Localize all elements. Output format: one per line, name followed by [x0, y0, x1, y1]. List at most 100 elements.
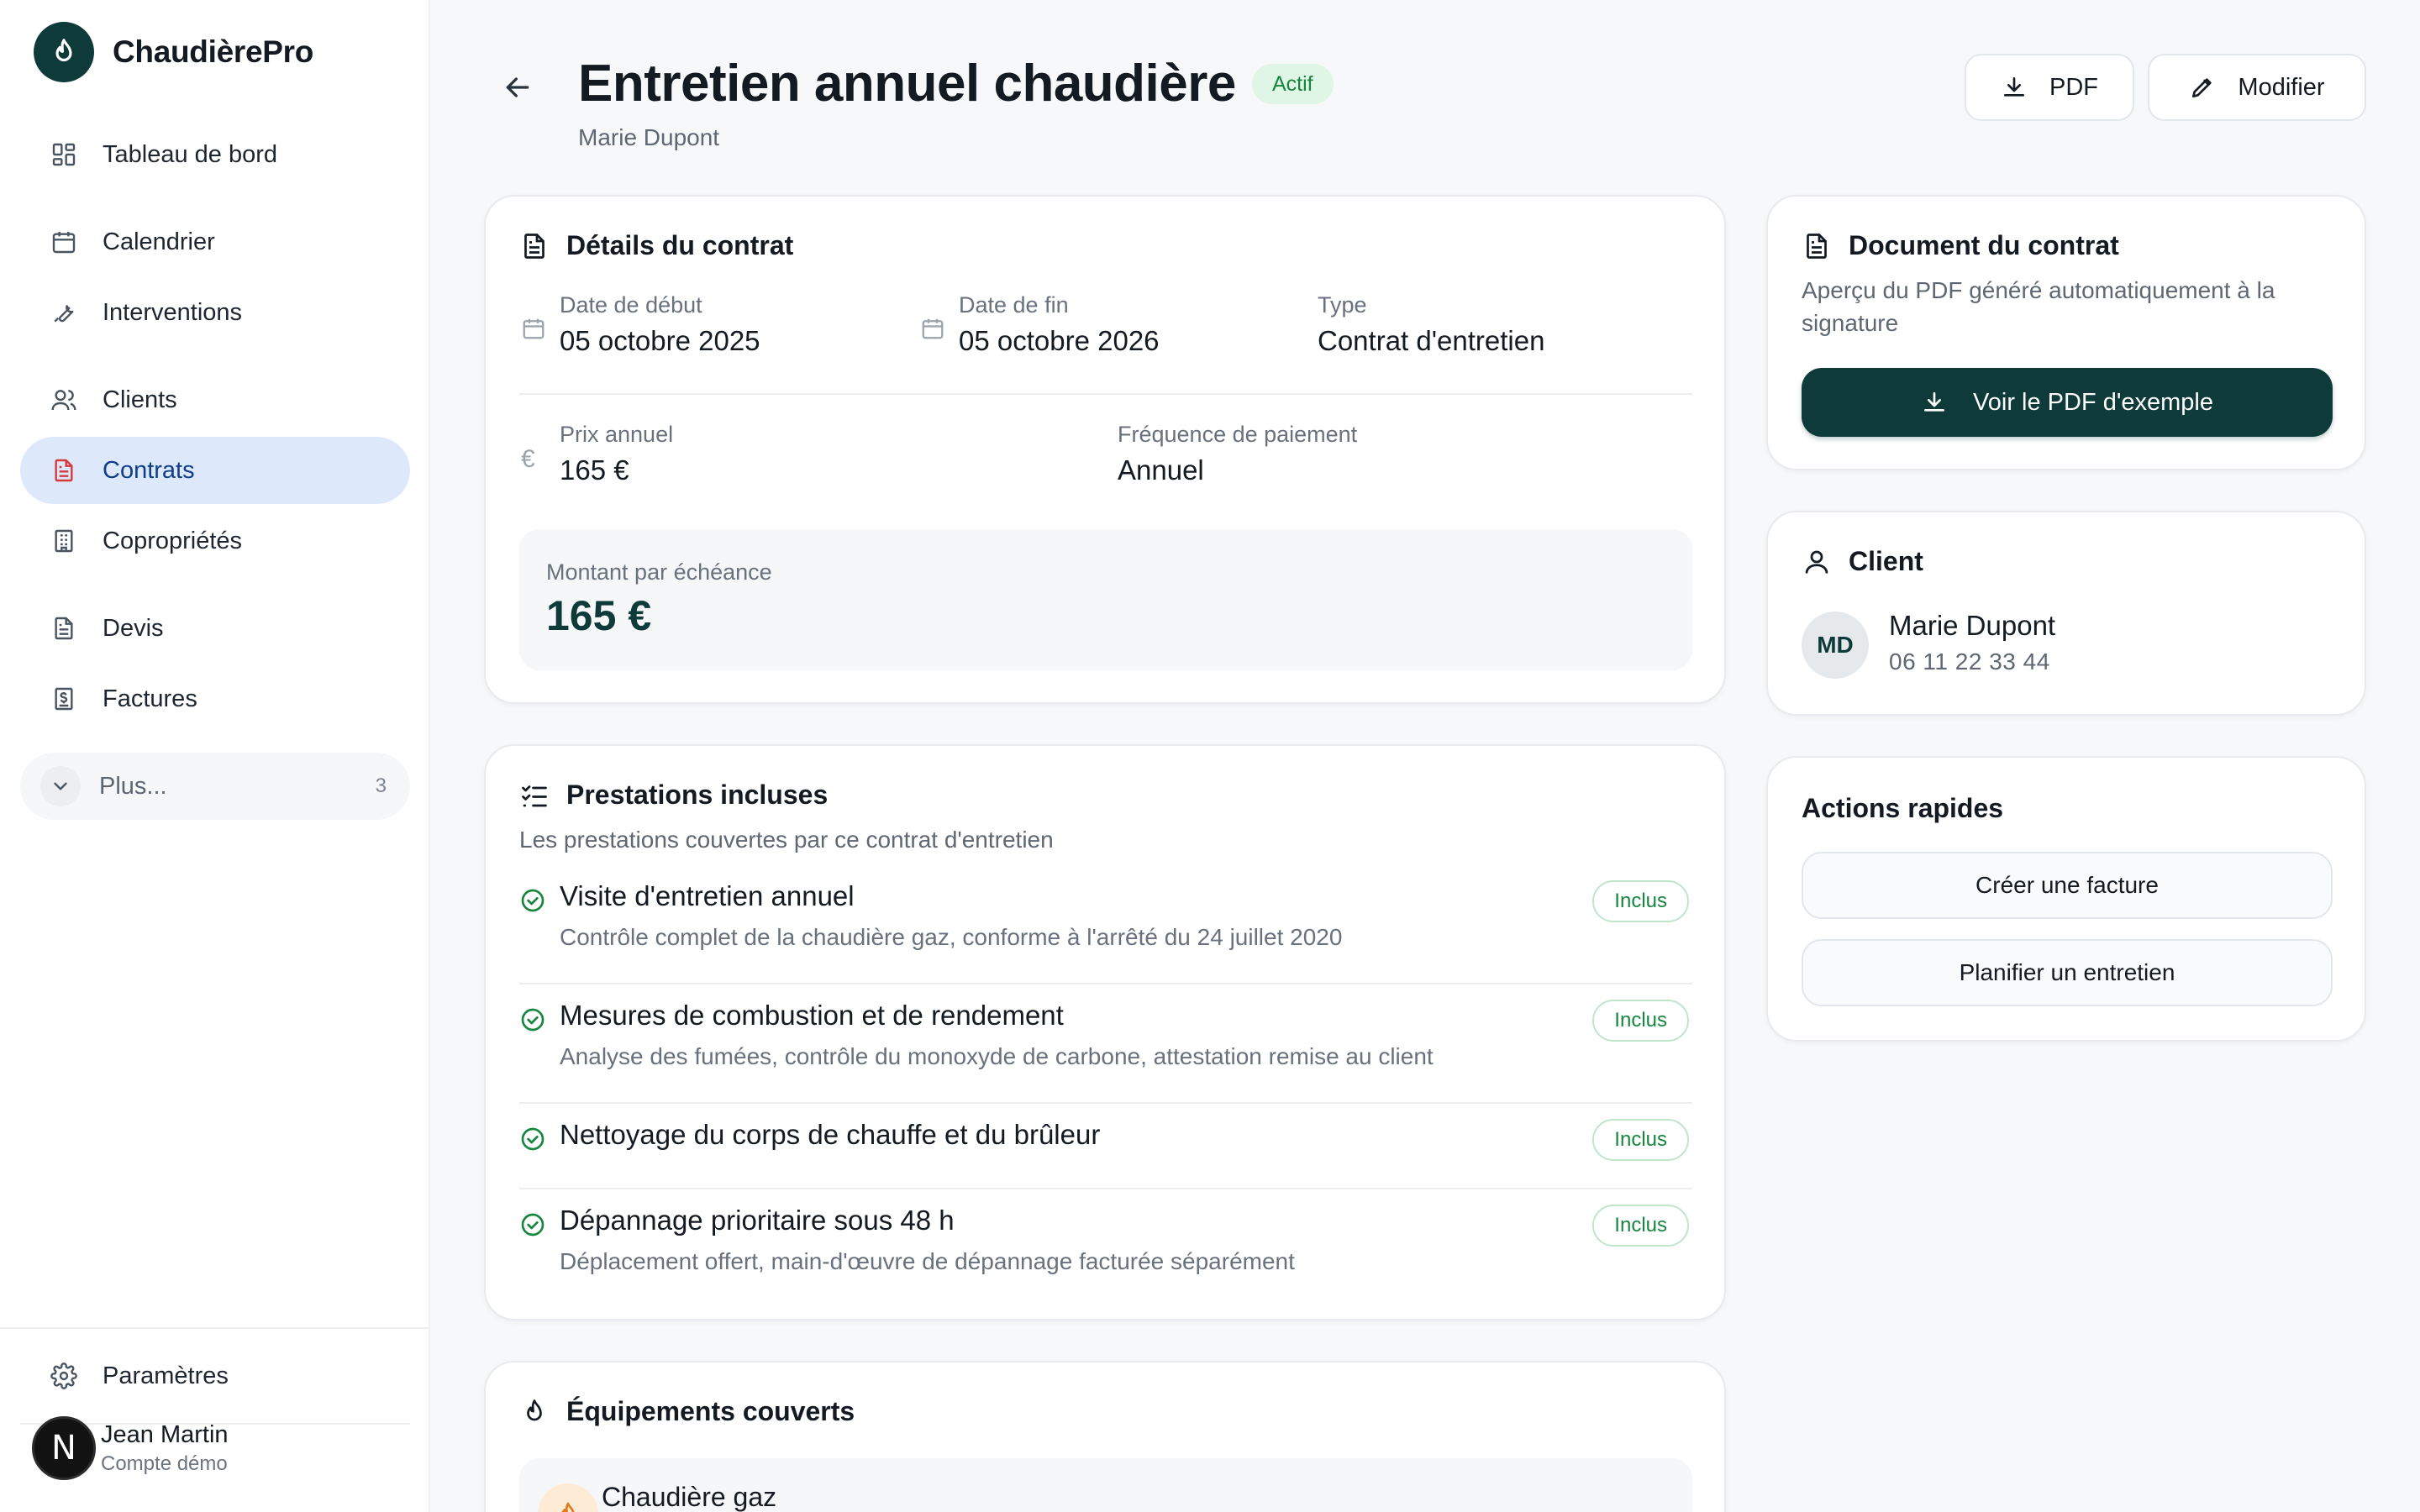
service-description: Déplacement offert, main-d'œuvre de dépa… — [560, 1248, 1295, 1274]
quick-actions-card: Actions rapides Créer une facture Planif… — [1766, 756, 2366, 1042]
wrench-icon — [50, 299, 77, 326]
card-title: Client — [1802, 546, 1923, 577]
card-title: Détails du contrat — [519, 230, 793, 261]
download-icon — [2001, 74, 2028, 101]
payment-frequency-value: Annuel — [1118, 454, 1204, 486]
card-title: Document du contrat — [1802, 230, 2119, 261]
annual-price-field: Prix annuel 165 € — [560, 422, 673, 486]
sidebar-item-interventions[interactable]: Interventions — [20, 279, 410, 346]
sidebar-item-calendar[interactable]: Calendrier — [20, 208, 410, 276]
card-title-text: Équipements couverts — [566, 1396, 855, 1426]
sidebar-item-coproprietes[interactable]: Copropriétés — [20, 507, 410, 575]
included-badge: Inclus — [1592, 1000, 1689, 1042]
card-title-text: Client — [1849, 546, 1923, 576]
service-description: Analyse des fumées, contrôle du monoxyde… — [560, 1043, 1434, 1069]
document-icon — [1802, 231, 1832, 261]
edit-button[interactable]: Modifier — [2148, 54, 2366, 121]
document-icon — [50, 457, 77, 484]
create-invoice-button[interactable]: Créer une facture — [1802, 852, 2333, 919]
installment-box: Montant par échéance 165 € — [519, 529, 1692, 670]
list-item: Mesures de combustion et de rendement An… — [519, 1000, 1689, 1105]
sidebar-item-factures[interactable]: Factures — [20, 665, 410, 732]
sidebar-more-label: Plus... — [99, 772, 167, 800]
sidebar-item-contracts[interactable]: Contrats — [20, 437, 410, 504]
type-field: Type Contrat d'entretien — [1318, 292, 1544, 357]
card-title-text: Prestations incluses — [566, 780, 829, 810]
check-circle-icon — [519, 887, 546, 914]
equipment-item[interactable]: Chaudière gaz — [519, 1458, 1692, 1512]
client-name[interactable]: Marie Dupont — [1889, 610, 2055, 642]
card-title: Prestations incluses — [519, 780, 828, 811]
card-title-text: Document du contrat — [1849, 230, 2119, 260]
start-date-field: Date de début 05 octobre 2025 — [560, 292, 760, 357]
pdf-button[interactable]: PDF — [1965, 54, 2134, 121]
divider — [519, 983, 1692, 984]
sidebar-item-devis[interactable]: Devis — [20, 595, 410, 662]
check-circle-icon — [519, 1211, 546, 1238]
sidebar-item-dashboard[interactable]: Tableau de bord — [20, 121, 410, 188]
divider — [519, 1102, 1692, 1104]
payment-frequency-field: Fréquence de paiement Annuel — [1118, 422, 1357, 486]
sidebar-item-label: Paramètres — [103, 1362, 229, 1389]
download-icon — [1921, 389, 1948, 416]
flame-icon — [538, 1483, 598, 1512]
document-card: Document du contrat Aperçu du PDF généré… — [1766, 195, 2366, 470]
list-item: Nettoyage du corps de chauffe et du brûl… — [519, 1119, 1689, 1186]
sidebar: ChaudièrePro Tableau de bord Calendrier … — [0, 0, 430, 1512]
equipment-card: Équipements couverts Chaudière gaz — [484, 1361, 1726, 1512]
view-pdf-button[interactable]: Voir le PDF d'exemple — [1802, 368, 2333, 437]
euro-icon: € — [521, 445, 535, 473]
card-title: Actions rapides — [1802, 793, 2004, 823]
divider — [519, 1188, 1692, 1189]
pencil-icon — [2189, 74, 2216, 101]
building-icon — [50, 528, 77, 554]
start-date-value: 05 octobre 2025 — [560, 325, 760, 356]
document-icon — [519, 231, 550, 261]
list-item: Dépannage prioritaire sous 48 h Déplacem… — [519, 1205, 1689, 1310]
avatar: N — [32, 1416, 96, 1480]
services-card: Prestations incluses Les prestations cou… — [484, 744, 1726, 1320]
type-value: Contrat d'entretien — [1318, 325, 1545, 356]
user-profile[interactable]: N Jean Martin Compte démo — [32, 1416, 229, 1480]
user-icon — [1802, 547, 1832, 577]
brand[interactable]: ChaudièrePro — [34, 22, 313, 82]
page-title: Entretien annuel chaudière — [578, 55, 1236, 113]
installment-label: Montant par échéance — [546, 559, 772, 585]
divider — [519, 393, 1692, 395]
included-badge: Inclus — [1592, 1119, 1689, 1161]
app-name: ChaudièrePro — [113, 34, 314, 69]
view-pdf-label: Voir le PDF d'exemple — [1973, 388, 2213, 416]
avatar: MD — [1802, 612, 1869, 679]
card-title: Équipements couverts — [519, 1396, 855, 1427]
calendar-icon — [521, 316, 546, 341]
sidebar-more[interactable]: Plus... 3 — [20, 753, 410, 820]
pdf-button-label: PDF — [2049, 73, 2098, 101]
sidebar-item-clients[interactable]: Clients — [20, 366, 410, 433]
check-circle-icon — [519, 1126, 546, 1152]
flame-icon — [34, 22, 94, 82]
document-description: Aperçu du PDF généré automatiquement à l… — [1802, 277, 2275, 336]
divider — [0, 1327, 430, 1329]
annual-price-label: Prix annuel — [560, 422, 674, 447]
end-date-value: 05 octobre 2026 — [959, 325, 1160, 356]
sidebar-item-label: Factures — [103, 685, 197, 712]
sidebar-item-label: Calendrier — [103, 228, 215, 255]
annual-price-value: 165 € — [560, 454, 629, 486]
user-subtitle: Compte démo — [101, 1452, 228, 1475]
sidebar-item-label: Tableau de bord — [103, 140, 277, 168]
page-subtitle: Marie Dupont — [578, 124, 720, 150]
client-card: Client MD Marie Dupont 06 11 22 33 44 — [1766, 511, 2366, 716]
sidebar-item-label: Contrats — [103, 456, 195, 484]
sidebar-item-label: Clients — [103, 386, 177, 413]
sidebar-item-settings[interactable]: Paramètres — [20, 1342, 410, 1410]
client-phone[interactable]: 06 11 22 33 44 — [1889, 648, 2050, 675]
back-arrow-icon[interactable] — [501, 71, 534, 104]
users-icon — [50, 386, 77, 413]
flame-icon — [519, 1397, 550, 1427]
calendar-icon — [50, 228, 77, 255]
service-title: Mesures de combustion et de rendement — [560, 1000, 1064, 1031]
edit-button-label: Modifier — [2238, 73, 2325, 101]
schedule-maintenance-button[interactable]: Planifier un entretien — [1802, 939, 2333, 1006]
included-badge: Inclus — [1592, 880, 1689, 922]
sidebar-item-label: Devis — [103, 614, 164, 642]
